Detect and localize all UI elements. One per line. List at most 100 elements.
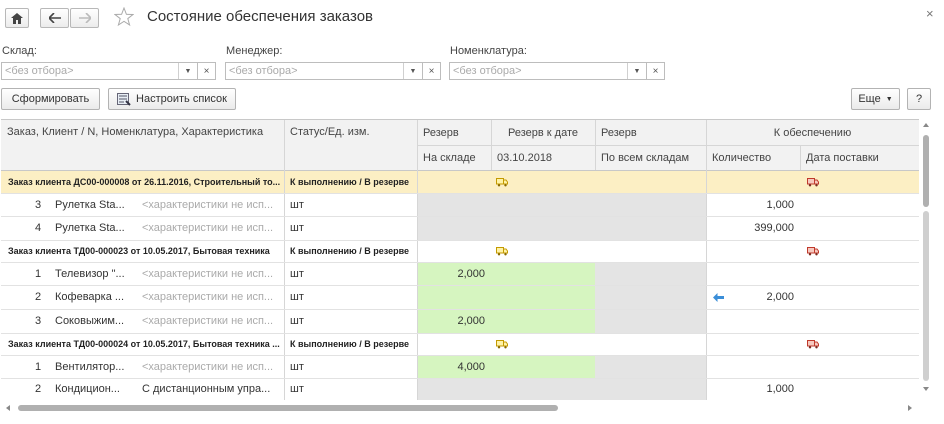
generate-button[interactable]: Сформировать <box>1 88 100 110</box>
chevron-down-icon: ▼ <box>885 95 893 103</box>
clear-icon: × <box>428 65 435 77</box>
row-number: 1 <box>35 267 42 280</box>
column-header-quantity[interactable]: Количество <box>706 145 800 170</box>
column-header-on-warehouse[interactable]: На складе <box>417 145 491 170</box>
scroll-left-icon[interactable] <box>4 403 12 413</box>
item-quantity: 1,000 <box>766 383 794 395</box>
order-group-status: К выполнению / В резерве <box>290 339 410 349</box>
more-button[interactable]: Еще ▼ <box>851 88 900 110</box>
item-unit: шт <box>290 198 304 211</box>
order-group-status: К выполнению / В резерве <box>290 246 410 256</box>
forward-button[interactable] <box>70 8 99 28</box>
order-group-title[interactable]: Заказ клиента ТД00-000023 от 10.05.2017,… <box>8 240 282 262</box>
empty-cells <box>595 262 706 333</box>
column-divider <box>284 120 285 400</box>
page-title: Состояние обеспечения заказов <box>147 8 374 25</box>
column-divider <box>800 145 801 170</box>
favorite-star-button[interactable] <box>113 6 135 27</box>
item-unit: шт <box>290 383 304 395</box>
column-header-order[interactable]: Заказ, Клиент / N, Номенклатура, Характе… <box>1 120 284 170</box>
item-name[interactable]: Вентилятор... <box>55 355 137 378</box>
chevron-down-icon[interactable]: ▼ <box>403 63 422 79</box>
column-header-status[interactable]: Статус/Ед. изм. <box>284 120 417 170</box>
arrow-left-icon <box>48 13 61 23</box>
row-number: 2 <box>35 383 42 395</box>
item-characteristic: <характеристики не исп... <box>142 360 274 373</box>
item-characteristic: <характеристики не исп... <box>142 222 274 234</box>
item-quantity: 2,000 <box>766 291 794 303</box>
item-name[interactable]: Кофеварка ... <box>55 285 137 309</box>
close-icon[interactable]: × <box>926 6 934 21</box>
chevron-down-icon[interactable]: ▼ <box>178 63 197 79</box>
item-unit: шт <box>290 291 304 303</box>
vertical-scrollbar[interactable] <box>921 119 931 401</box>
column-divider <box>706 120 707 400</box>
truck-icon <box>807 340 819 349</box>
item-name[interactable]: Телевизор "... <box>55 262 137 285</box>
configure-list-button[interactable]: Настроить список <box>108 88 236 110</box>
item-name[interactable]: Соковыжим... <box>55 309 137 333</box>
orders-table[interactable]: Заказ, Клиент / N, Номенклатура, Характе… <box>1 119 919 400</box>
vertical-scroll-thumb[interactable] <box>923 135 929 207</box>
warehouse-clear-button[interactable]: × <box>197 62 216 80</box>
scroll-up-icon[interactable] <box>921 121 931 129</box>
manager-placeholder: <без отбора> <box>229 65 298 77</box>
item-quantity: 1,000 <box>766 198 794 211</box>
horizontal-scrollbar[interactable] <box>4 401 916 415</box>
row-number: 3 <box>35 315 42 327</box>
nomenclature-input[interactable]: <без отбора> ▼ <box>449 62 647 80</box>
item-characteristic: <характеристики не исп... <box>142 291 274 303</box>
column-header-reserve-date[interactable]: 03.10.2018 <box>491 145 595 170</box>
home-button[interactable] <box>5 8 29 28</box>
warehouse-input[interactable]: <без отбора> ▼ <box>1 62 198 80</box>
manager-label: Менеджер: <box>226 45 283 57</box>
arrow-right-icon <box>78 13 91 23</box>
header-divider <box>417 145 919 146</box>
truck-icon <box>496 178 508 187</box>
order-group-title[interactable]: Заказ клиента ТД00-000024 от 10.05.2017,… <box>8 333 282 355</box>
item-unit: шт <box>290 315 304 327</box>
list-settings-icon <box>117 92 131 106</box>
column-header-provision[interactable]: К обеспечению <box>706 120 919 145</box>
item-unit: шт <box>290 267 304 280</box>
column-divider <box>595 120 596 170</box>
item-characteristic: <характеристики не исп... <box>142 315 274 327</box>
item-characteristic: <характеристики не исп... <box>142 198 274 211</box>
vertical-scroll-track[interactable] <box>923 211 929 381</box>
more-label: Еще <box>858 93 881 105</box>
order-group-title[interactable]: Заказ клиента ДС00-000008 от 26.11.2016,… <box>8 171 282 193</box>
scroll-right-icon[interactable] <box>906 403 914 413</box>
scroll-down-icon[interactable] <box>921 385 931 393</box>
manager-clear-button[interactable]: × <box>422 62 441 80</box>
truck-icon <box>807 178 819 187</box>
row-number: 2 <box>35 291 42 303</box>
row-number: 1 <box>35 360 42 373</box>
row-number: 4 <box>35 222 42 234</box>
column-header-delivery-date[interactable]: Дата поставки <box>800 145 919 170</box>
chevron-down-icon[interactable]: ▼ <box>627 63 646 79</box>
warehouse-label: Склад: <box>2 45 37 57</box>
item-name[interactable]: Рулетка Sta... <box>55 193 137 216</box>
item-quantity: 399,000 <box>754 222 794 234</box>
column-header-reserve[interactable]: Резерв <box>417 120 491 145</box>
help-button[interactable]: ? <box>907 88 931 110</box>
nomenclature-clear-button[interactable]: × <box>646 62 665 80</box>
item-stock: 2,000 <box>457 267 485 280</box>
item-name[interactable]: Рулетка Sta... <box>55 216 137 240</box>
truck-icon <box>496 340 508 349</box>
clear-icon: × <box>652 65 659 77</box>
column-header-reserve-2[interactable]: Резерв <box>595 120 706 145</box>
horizontal-scroll-thumb[interactable] <box>18 405 558 411</box>
configure-list-label: Настроить список <box>136 93 227 105</box>
column-header-all-warehouses[interactable]: По всем складам <box>595 145 706 170</box>
item-characteristic: С дистанционным упра... <box>142 383 271 395</box>
nomenclature-label: Номенклатура: <box>450 45 527 57</box>
back-button[interactable] <box>40 8 69 28</box>
column-header-reserve-by-date[interactable]: Резерв к дате <box>491 120 595 145</box>
manager-input[interactable]: <без отбора> ▼ <box>225 62 423 80</box>
empty-cells <box>417 378 706 400</box>
home-icon <box>11 12 23 24</box>
item-name[interactable]: Кондицион... <box>55 378 137 400</box>
item-unit: шт <box>290 360 304 373</box>
clear-icon: × <box>203 65 210 77</box>
